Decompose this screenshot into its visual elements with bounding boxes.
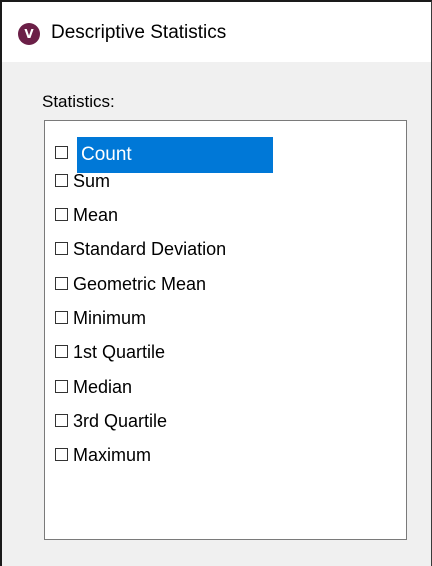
list-item-median[interactable]: Median — [45, 369, 406, 405]
checkbox[interactable] — [55, 345, 68, 358]
window-title: Descriptive Statistics — [51, 22, 227, 43]
checkbox[interactable] — [55, 414, 68, 427]
statistics-label: Statistics: — [42, 92, 115, 111]
item-label: Standard Deviation — [73, 239, 227, 259]
checkbox[interactable] — [55, 242, 68, 255]
checkbox[interactable] — [55, 146, 68, 159]
item-label: Minimum — [73, 308, 147, 328]
dialog-window: V Descriptive Statistics Statistics: Cou… — [0, 0, 432, 566]
item-label: 1st Quartile — [73, 342, 166, 362]
app-icon: V — [18, 23, 40, 45]
list-item-3rd-quartile[interactable]: 3rd Quartile — [45, 403, 406, 439]
list-item-sum[interactable]: Sum — [45, 163, 406, 199]
list-item-mean[interactable]: Mean — [45, 197, 406, 233]
title-bar[interactable]: V Descriptive Statistics — [2, 2, 431, 62]
checkbox[interactable] — [55, 277, 68, 290]
list-item-minimum[interactable]: Minimum — [45, 300, 406, 336]
item-label: Median — [73, 377, 133, 397]
checkbox[interactable] — [55, 174, 68, 187]
checkbox[interactable] — [55, 448, 68, 461]
checkbox[interactable] — [55, 380, 68, 393]
list-item-1st-quartile[interactable]: 1st Quartile — [45, 334, 406, 370]
checkbox[interactable] — [55, 208, 68, 221]
list-item-maximum[interactable]: Maximum — [45, 437, 406, 473]
list-item-geometric-mean[interactable]: Geometric Mean — [45, 266, 406, 302]
item-label: 3rd Quartile — [73, 411, 168, 431]
list-item-standard-deviation[interactable]: Standard Deviation — [45, 231, 406, 267]
checkbox[interactable] — [55, 311, 68, 324]
statistics-list[interactable]: Count Sum Mean Standard Deviation Geomet… — [44, 120, 407, 540]
item-label: Geometric Mean — [73, 274, 207, 294]
item-label: Sum — [73, 171, 111, 191]
item-label: Mean — [73, 205, 119, 225]
item-label: Maximum — [73, 445, 152, 465]
